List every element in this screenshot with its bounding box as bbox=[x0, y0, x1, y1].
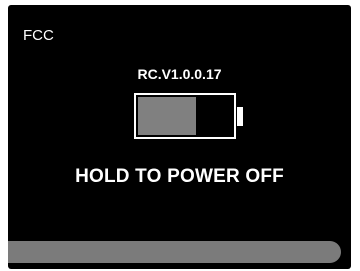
firmware-version: RC.V1.0.0.17 bbox=[137, 66, 222, 82]
power-off-progress-bar bbox=[8, 241, 351, 263]
power-off-progress-fill bbox=[8, 241, 341, 263]
power-off-message: HOLD TO POWER OFF bbox=[75, 166, 284, 187]
battery-terminal bbox=[237, 107, 243, 126]
battery-level-fill bbox=[138, 97, 196, 135]
remote-controller-screen: FCC RC.V1.0.0.17 HOLD TO POWER OFF bbox=[8, 5, 351, 269]
battery-icon bbox=[134, 93, 236, 139]
region-label: FCC bbox=[23, 27, 54, 44]
